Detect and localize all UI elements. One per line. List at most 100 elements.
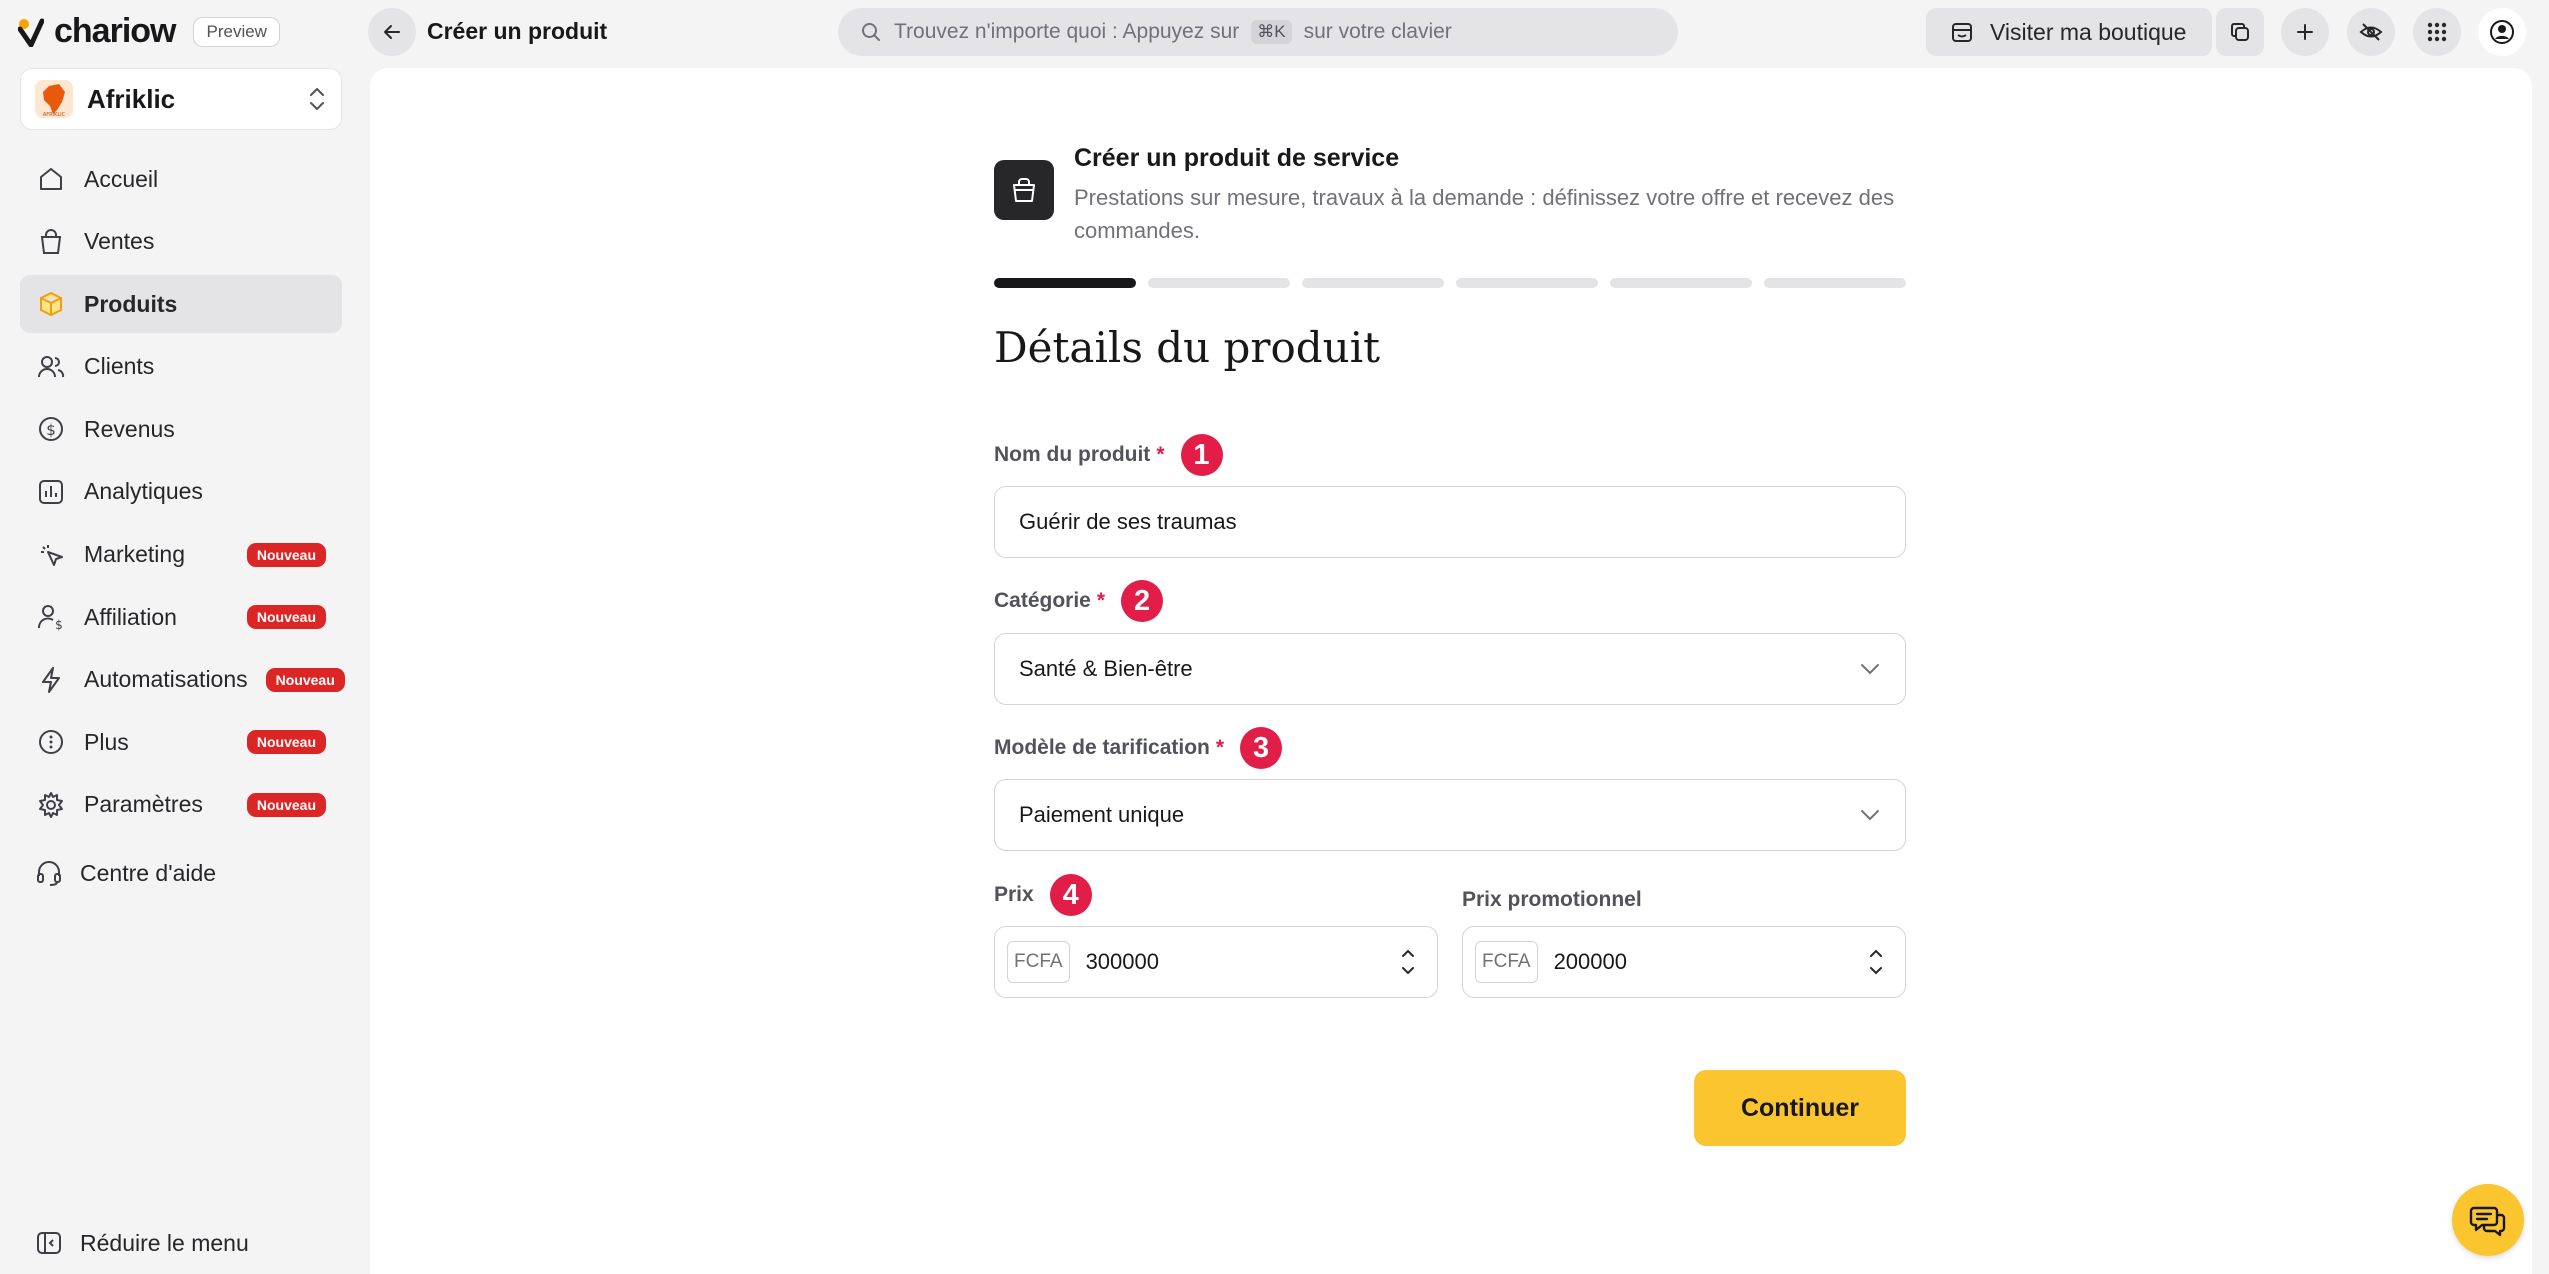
help-center-label: Centre d'aide xyxy=(80,859,217,886)
duplicate-button[interactable] xyxy=(2216,8,2264,56)
sidebar-item-revenus[interactable]: $ Revenus xyxy=(20,400,342,458)
sidebar-item-accueil[interactable]: Accueil xyxy=(20,150,342,208)
step-5 xyxy=(1610,278,1752,288)
sidebar-item-marketing[interactable]: Marketing Nouveau xyxy=(20,526,342,584)
main-panel: Créer un produit de service Prestations … xyxy=(370,68,2532,1274)
shopping-bag-icon xyxy=(36,227,66,257)
user-circle-icon xyxy=(2489,19,2515,45)
category-select[interactable]: Santé & Bien-être xyxy=(994,633,1906,705)
global-search[interactable]: Trouvez n'importe quoi : Appuyez sur ⌘K … xyxy=(838,8,1678,56)
sidebar-item-ventes[interactable]: Ventes xyxy=(20,213,342,271)
shortcut-key: ⌘K xyxy=(1251,20,1292,44)
dollar-circle-icon: $ xyxy=(36,414,66,444)
back-button[interactable] xyxy=(368,8,416,56)
new-badge: Nouveau xyxy=(246,792,326,817)
preview-badge: Preview xyxy=(193,16,280,47)
pricing-model-select[interactable]: Paiement unique xyxy=(994,779,1906,851)
sidebar-item-parametres[interactable]: Paramètres Nouveau xyxy=(20,776,342,834)
gear-icon xyxy=(36,790,66,820)
service-bag-icon xyxy=(994,160,1054,220)
search-placeholder: Trouvez n'importe quoi : Appuyez sur xyxy=(894,20,1240,43)
continue-button[interactable]: Continuer xyxy=(1694,1070,1906,1146)
sidebar-nav: Accueil Ventes Produits Clients $ Revenu… xyxy=(20,150,345,839)
sidebar-item-plus[interactable]: Plus Nouveau xyxy=(20,713,342,771)
chevron-down-icon xyxy=(1402,967,1414,975)
sidebar-item-affiliation[interactable]: $ Affiliation Nouveau xyxy=(20,588,342,646)
help-center-link[interactable]: Centre d'aide xyxy=(34,858,216,888)
svg-text:$: $ xyxy=(46,421,56,439)
store-avatar: AFRIKLIC xyxy=(35,80,73,118)
search-placeholder-suffix: sur votre clavier xyxy=(1303,20,1452,43)
bolt-icon xyxy=(36,665,66,695)
sidebar-item-automatisations[interactable]: Automatisations Nouveau xyxy=(20,651,345,709)
chart-icon xyxy=(36,477,66,507)
chevron-up-icon xyxy=(1402,949,1414,957)
step-marker-4: 4 xyxy=(1049,874,1092,916)
new-badge: Nouveau xyxy=(265,667,345,692)
visit-store-button[interactable]: Visiter ma boutique xyxy=(1926,8,2212,56)
brand-name: chariow xyxy=(54,12,176,50)
form-description: Prestations sur mesure, travaux à la dem… xyxy=(1074,185,1895,243)
add-button[interactable] xyxy=(2281,8,2329,56)
users-icon xyxy=(36,352,66,382)
box-icon xyxy=(36,289,66,319)
chevron-down-icon xyxy=(1859,662,1881,676)
chevron-up-icon xyxy=(1870,949,1882,957)
currency-prefix: FCFA xyxy=(1007,941,1070,983)
category-label: Catégorie * 2 xyxy=(994,580,1164,622)
store-switcher[interactable]: AFRIKLIC Afriklic xyxy=(20,68,342,130)
new-badge: Nouveau xyxy=(246,542,326,567)
brand-logo[interactable]: chariow Preview xyxy=(18,12,280,51)
storefront-icon xyxy=(1950,20,1974,44)
page-title: Créer un produit xyxy=(427,18,608,44)
sidebar-item-produits[interactable]: Produits xyxy=(20,275,342,334)
step-1 xyxy=(994,278,1136,288)
apps-menu-button[interactable] xyxy=(2413,8,2461,56)
search-icon xyxy=(860,21,882,43)
cursor-click-icon xyxy=(36,540,66,570)
svg-text:AFRIKLIC: AFRIKLIC xyxy=(43,112,66,118)
price-input[interactable]: FCFA 300000 xyxy=(994,926,1438,998)
required-mark: * xyxy=(1156,443,1165,466)
profile-button[interactable] xyxy=(2478,8,2526,56)
chat-bubbles-icon xyxy=(2468,1200,2508,1240)
headset-icon xyxy=(34,858,64,888)
section-title: Détails du produit xyxy=(994,323,1380,372)
arrow-left-icon xyxy=(381,21,403,43)
chariow-logo-icon xyxy=(18,17,44,47)
chevron-up-down-icon xyxy=(307,85,327,113)
copy-icon xyxy=(2228,20,2252,44)
form-header: Créer un produit de service Prestations … xyxy=(994,144,1904,247)
store-name: Afriklic xyxy=(87,83,176,114)
chevron-down-icon xyxy=(1870,967,1882,975)
promo-price-input[interactable]: FCFA 200000 xyxy=(1462,926,1906,998)
sidebar: chariow Preview AFRIKLIC Afriklic Accuei… xyxy=(0,0,360,1274)
visit-store-label: Visiter ma boutique xyxy=(1990,18,2187,45)
support-chat-button[interactable] xyxy=(2452,1184,2524,1256)
step-marker-3: 3 xyxy=(1240,727,1283,769)
form-title: Créer un produit de service xyxy=(1074,144,1400,172)
user-dollar-icon: $ xyxy=(36,602,66,632)
eye-off-icon xyxy=(2359,20,2383,44)
sidebar-collapse-icon xyxy=(34,1228,64,1258)
sidebar-item-clients[interactable]: Clients xyxy=(20,338,342,396)
price-label: Prix 4 xyxy=(994,874,1092,916)
more-circle-icon xyxy=(36,727,66,757)
required-mark: * xyxy=(1096,589,1106,612)
step-4 xyxy=(1456,278,1598,288)
home-icon xyxy=(36,164,66,194)
plus-icon xyxy=(2293,20,2317,44)
step-marker-2: 2 xyxy=(1121,580,1164,622)
privacy-toggle-button[interactable] xyxy=(2347,8,2395,56)
required-mark: * xyxy=(1215,736,1225,759)
step-3 xyxy=(1302,278,1444,288)
chevron-down-icon xyxy=(1859,808,1881,822)
step-progress xyxy=(994,278,1906,288)
promo-price-stepper[interactable] xyxy=(1869,948,1883,976)
product-name-input[interactable]: Guérir de ses traumas xyxy=(994,486,1906,558)
step-6 xyxy=(1764,278,1906,288)
price-stepper[interactable] xyxy=(1401,948,1415,976)
sidebar-item-analytiques[interactable]: Analytiques xyxy=(20,463,342,521)
collapse-menu-button[interactable]: Réduire le menu xyxy=(34,1228,249,1258)
pricing-model-label: Modèle de tarification * 3 xyxy=(994,727,1283,769)
